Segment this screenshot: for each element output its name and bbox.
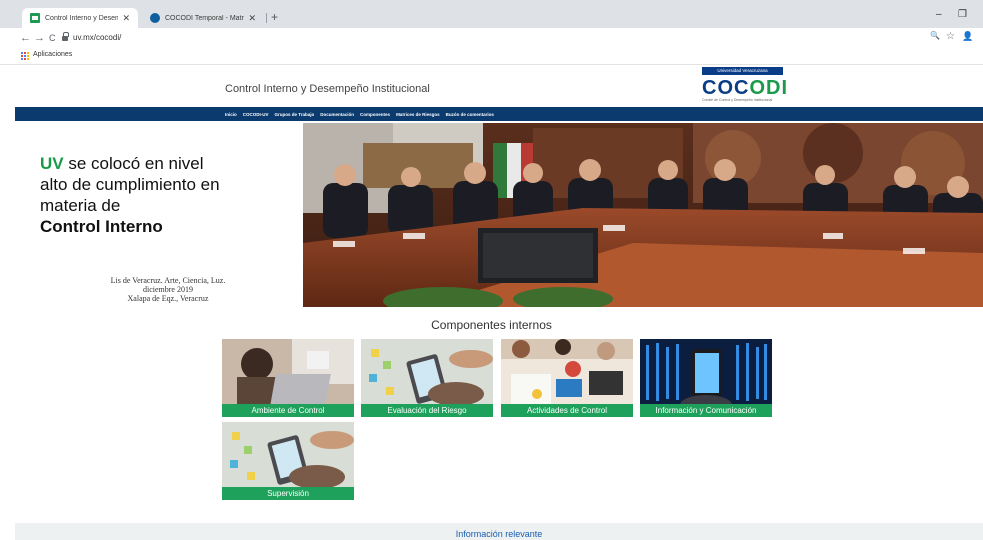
hero-headline: UV se colocó en nivel alto de cumplimien… (40, 153, 300, 237)
card-label: Actividades de Control (501, 404, 633, 417)
logo-subtitle: Comité de Control y Desempeño Institucio… (702, 98, 773, 102)
component-card-actividades[interactable]: Actividades de Control (501, 339, 633, 417)
nav-item-grupos[interactable]: Grupos de Trabajo (275, 112, 315, 117)
bookmarks-bar: Aplicaciones (0, 48, 983, 65)
nav-item-documentacion[interactable]: Documentación (320, 112, 354, 117)
main-nav: Inicio COCODI-UV Grupos de Trabajo Docum… (15, 107, 983, 121)
component-card-informacion[interactable]: Información y Comunicación (640, 339, 772, 417)
hero-line-2: alto de cumplimiento en (40, 175, 220, 194)
browser-tab[interactable]: COCODI Temporal - MatrizRiesg... ✕ (142, 8, 264, 28)
info-relevante-link[interactable]: Información relevante (15, 529, 983, 539)
restore-window-icon[interactable]: ❐ (958, 9, 967, 20)
bookmark-apps[interactable]: Aplicaciones (33, 51, 72, 58)
hero-motto: Lis de Veracruz. Arte, Ciencia, Luz. (110, 276, 226, 285)
hero-footnote: Lis de Veracruz. Arte, Ciencia, Luz. dic… (68, 276, 268, 303)
hero-date: diciembre 2019 (143, 285, 193, 294)
hero-place: Xalapa de Eqz., Veracruz (127, 294, 209, 303)
site-favicon-icon (30, 13, 40, 23)
component-card-ambiente[interactable]: Ambiente de Control (222, 339, 354, 417)
components-heading: Componentes internos (431, 318, 552, 332)
tab-title: Control Interno y Desempeño In... (45, 14, 119, 22)
apps-grid-icon[interactable] (21, 52, 29, 60)
info-relevante-bar: Información relevante (15, 523, 983, 540)
reload-icon[interactable]: C (49, 31, 56, 45)
close-tab-icon[interactable]: ✕ (248, 13, 256, 24)
site-favicon-icon (150, 13, 160, 23)
address-bar[interactable]: uv.mx/cocodi/ (73, 33, 121, 42)
hero-meeting-photo (303, 123, 983, 307)
logo-part-2: ODI (749, 77, 789, 99)
forward-icon[interactable]: → (34, 31, 45, 45)
hero-line-4: Control Interno (40, 217, 163, 236)
component-card-supervision[interactable]: Supervisión (222, 422, 354, 500)
account-icon[interactable]: 👤 (962, 31, 973, 42)
site-title: Control Interno y Desempeño Instituciona… (225, 83, 430, 95)
nav-item-buzon[interactable]: Buzón de comentarios (446, 112, 494, 117)
new-tab-button[interactable]: + (271, 11, 278, 23)
card-label: Información y Comunicación (640, 404, 772, 417)
cocodi-logo[interactable]: COCODI (702, 77, 788, 99)
nav-item-cocodi-uv[interactable]: COCODI-UV (243, 112, 269, 117)
bookmark-star-icon[interactable]: ☆ (946, 31, 955, 42)
card-label: Supervisión (222, 487, 354, 500)
logo-part-1: COC (702, 77, 750, 99)
browser-tab-active[interactable]: Control Interno y Desempeño In... ✕ (22, 8, 138, 28)
back-icon[interactable]: ← (20, 31, 31, 45)
nav-item-matrices[interactable]: Matrices de Riesgos (396, 112, 440, 117)
browser-toolbar: ← → C uv.mx/cocodi/ 🔍 ☆ 👤 (0, 28, 983, 48)
browser-tab-bar: Control Interno y Desempeño In... ✕ COCO… (0, 0, 983, 28)
close-tab-icon[interactable]: ✕ (122, 13, 130, 24)
card-label: Evaluación del Riesgo (361, 404, 493, 417)
university-badge: Universidad Veracruzana (702, 67, 783, 75)
hero-line-3: materia de (40, 196, 121, 215)
tab-title: COCODI Temporal - MatrizRiesg... (165, 14, 244, 22)
card-label: Ambiente de Control (222, 404, 354, 417)
component-card-evaluacion[interactable]: Evaluación del Riesgo (361, 339, 493, 417)
hero-line-1: se colocó en nivel (63, 154, 204, 173)
zoom-icon[interactable]: 🔍 (930, 31, 940, 40)
lock-icon (62, 32, 69, 41)
minimize-window-icon[interactable]: – (936, 9, 942, 20)
tab-separator (266, 13, 267, 23)
hero-uv: UV (40, 154, 64, 173)
nav-item-componentes[interactable]: Componentes (360, 112, 390, 117)
nav-item-inicio[interactable]: Inicio (225, 112, 237, 117)
